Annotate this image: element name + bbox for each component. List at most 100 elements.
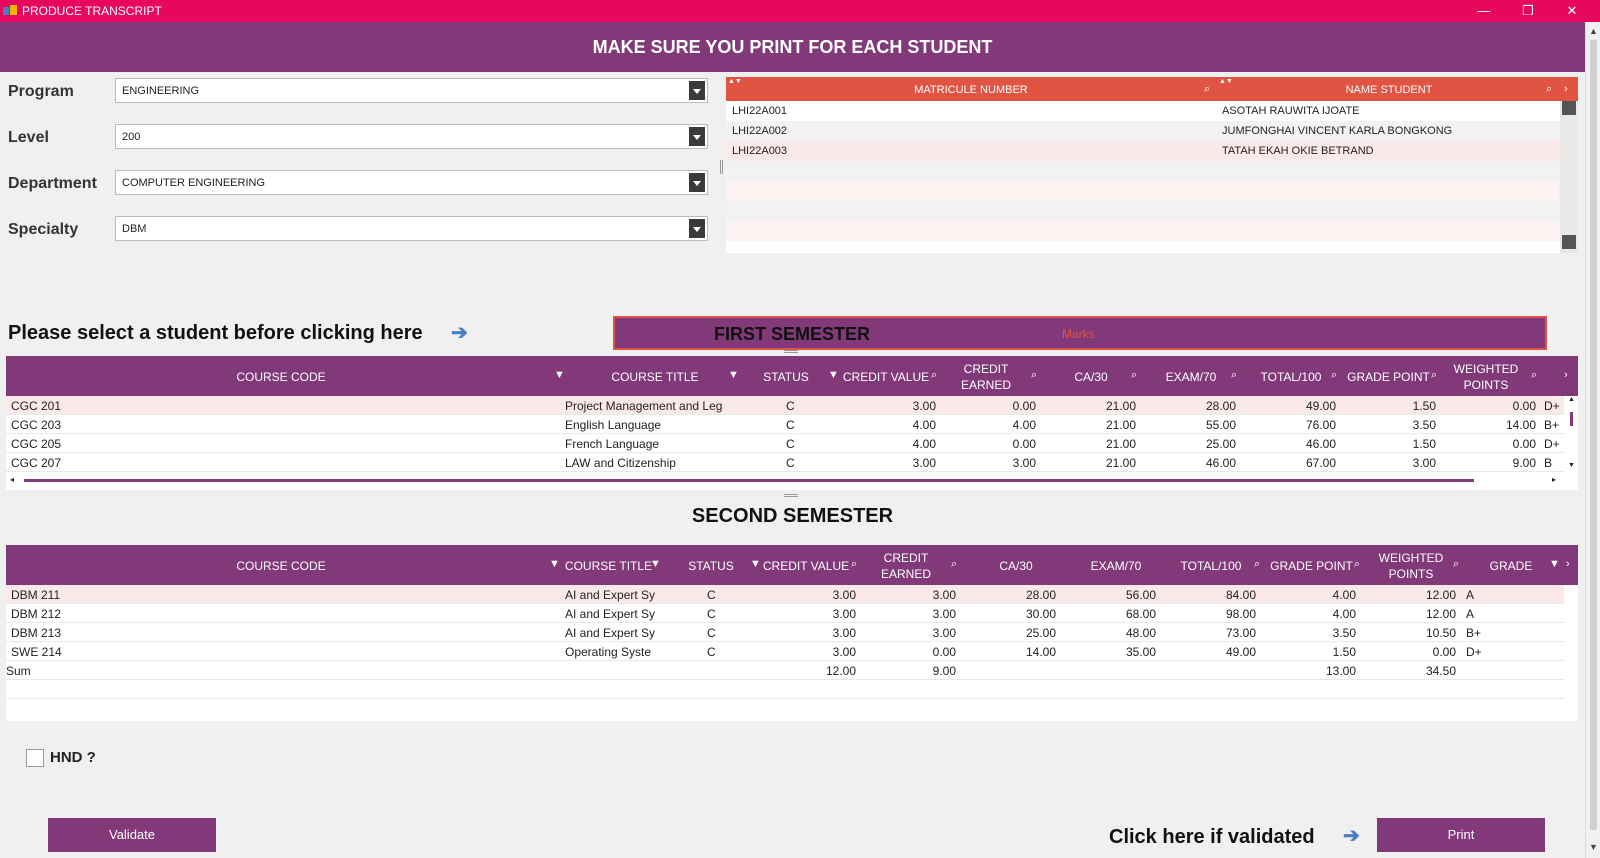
specialty-select[interactable]: DBM <box>115 216 708 241</box>
search-icon[interactable]: ⌕ <box>931 369 937 382</box>
column-header-course-title[interactable]: COURSE TITLE <box>566 369 744 385</box>
search-icon[interactable]: ⌕ <box>1354 558 1360 571</box>
close-button[interactable]: ✕ <box>1550 0 1594 22</box>
arrow-right-icon[interactable]: ➔ <box>1343 823 1360 848</box>
column-header-earned[interactable]: EARNED <box>946 377 1026 393</box>
scroll-left-icon[interactable]: ◂ <box>10 475 14 484</box>
table-row[interactable]: LHI22A002 JUMFONGHAI VINCENT KARLA BONGK… <box>726 121 1560 141</box>
horizontal-splitter[interactable] <box>784 494 798 497</box>
search-icon[interactable]: ⌕ <box>1204 83 1210 96</box>
scroll-thumb[interactable] <box>1590 40 1597 830</box>
scroll-up-icon[interactable] <box>1562 101 1576 115</box>
column-header-points[interactable]: POINTS <box>1441 377 1531 393</box>
search-icon[interactable]: ⌕ <box>1254 558 1260 571</box>
filter-icon[interactable]: ▼ <box>549 558 560 570</box>
column-header-credit-value[interactable]: CREDIT VALUE <box>761 558 851 574</box>
search-icon[interactable]: ⌕ <box>1546 83 1552 96</box>
restore-button[interactable]: ❐ <box>1506 0 1550 22</box>
column-header-ca[interactable]: CA/30 <box>1046 369 1136 385</box>
search-icon[interactable]: ⌕ <box>1031 369 1037 382</box>
window-scrollbar[interactable]: ▲ ▼ <box>1585 22 1600 858</box>
search-icon[interactable]: ⌕ <box>851 558 857 571</box>
search-icon[interactable]: ⌕ <box>1231 369 1237 382</box>
filter-icon[interactable]: ▼ <box>554 369 565 381</box>
second-semester-table[interactable]: COURSE CODE ▼ COURSE TITLE ▼ STATUS ▼ CR… <box>6 545 1578 721</box>
chevron-right-icon[interactable]: › <box>1566 558 1570 570</box>
column-header-status[interactable]: STATUS <box>751 369 821 385</box>
hnd-checkbox[interactable] <box>26 749 44 767</box>
first-semester-button[interactable]: FIRST SEMESTER Marks <box>613 316 1547 350</box>
chevron-down-icon[interactable] <box>689 173 705 192</box>
column-header-weighted[interactable]: WEIGHTED <box>1441 361 1531 377</box>
search-icon[interactable]: ⌕ <box>1531 369 1537 382</box>
table-row[interactable]: SWE 214 Operating Syste C 3.00 0.00 14.0… <box>6 642 1564 661</box>
search-icon[interactable]: ⌕ <box>1453 558 1459 571</box>
column-header-total[interactable]: TOTAL/100 <box>1246 369 1336 385</box>
department-select[interactable]: COMPUTER ENGINEERING <box>115 170 708 195</box>
column-header-exam[interactable]: EXAM/70 <box>1146 369 1236 385</box>
arrow-right-icon[interactable]: ➔ <box>451 320 468 345</box>
table-row[interactable]: CGC 207 LAW and Citizenship C 3.00 3.00 … <box>6 453 1564 472</box>
search-icon[interactable]: ⌕ <box>1431 369 1437 382</box>
scroll-thumb[interactable] <box>1570 412 1573 426</box>
table-row[interactable]: LHI22A003 TATAH EKAH OKIE BETRAND <box>726 141 1560 161</box>
column-header-earned[interactable]: EARNED <box>866 566 946 582</box>
scroll-down-icon[interactable]: ▼ <box>1587 840 1600 854</box>
column-header-ca[interactable]: CA/30 <box>966 558 1066 574</box>
filter-icon[interactable]: ▼ <box>728 369 739 381</box>
chevron-down-icon[interactable] <box>689 219 705 238</box>
column-header-grade[interactable]: GRADE <box>1466 558 1556 574</box>
column-header-status[interactable]: STATUS <box>671 558 751 574</box>
filter-icon[interactable]: ▼ <box>1549 558 1560 570</box>
column-header-course-title[interactable]: COURSE TITLE <box>561 558 656 574</box>
table-hscrollbar[interactable]: ◂ ▸ <box>6 474 1566 488</box>
table-row[interactable]: DBM 211 AI and Expert Sy C 3.00 3.00 28.… <box>6 585 1564 604</box>
filter-icon[interactable]: ▼ <box>750 558 761 570</box>
table-row[interactable]: CGC 205 French Language C 4.00 0.00 21.0… <box>6 434 1564 453</box>
column-header-course-code[interactable]: COURSE CODE <box>6 558 556 574</box>
print-button[interactable]: Print <box>1377 818 1545 852</box>
scroll-down-icon[interactable] <box>1562 235 1576 249</box>
scroll-right-icon[interactable]: ▸ <box>1552 475 1556 484</box>
column-header-points[interactable]: POINTS <box>1366 566 1456 582</box>
table-row[interactable]: LHI22A001 ASOTAH RAUWITA IJOATE <box>726 101 1560 121</box>
horizontal-splitter[interactable] <box>784 350 798 353</box>
filter-icon[interactable]: ▼ <box>650 558 661 570</box>
chevron-down-icon[interactable] <box>689 127 705 146</box>
scroll-thumb[interactable] <box>24 479 1474 482</box>
column-header-exam[interactable]: EXAM/70 <box>1066 558 1166 574</box>
table-row[interactable]: CGC 201 Project Management and Leg C 3.0… <box>6 396 1564 415</box>
program-select[interactable]: ENGINEERING <box>115 78 708 103</box>
chevron-down-icon[interactable] <box>689 81 705 100</box>
column-header-total[interactable]: TOTAL/100 <box>1166 558 1256 574</box>
student-grid[interactable]: ▲▼ MATRICULE NUMBER ⌕ ▲▼ NAME STUDENT ⌕ … <box>726 77 1578 253</box>
column-header-credit[interactable]: CREDIT <box>946 361 1026 377</box>
filter-icon[interactable]: ▼ <box>828 369 839 381</box>
column-header-course-code[interactable]: COURSE CODE <box>6 369 556 385</box>
column-header-credit-value[interactable]: CREDIT VALUE <box>841 369 931 385</box>
search-icon[interactable]: ⌕ <box>1331 369 1337 382</box>
chevron-right-icon[interactable]: › <box>1564 83 1568 95</box>
column-header-credit[interactable]: CREDIT <box>866 550 946 566</box>
scroll-up-icon[interactable]: ▲ <box>1587 24 1600 38</box>
table-row[interactable]: DBM 213 AI and Expert Sy C 3.00 3.00 25.… <box>6 623 1564 642</box>
column-header-matricule[interactable]: MATRICULE NUMBER <box>726 84 1216 96</box>
column-header-weighted[interactable]: WEIGHTED <box>1366 550 1456 566</box>
vertical-splitter[interactable] <box>720 160 723 174</box>
scroll-down-icon[interactable]: ▼ <box>1568 462 1575 469</box>
scroll-up-icon[interactable]: ▲ <box>1568 396 1575 403</box>
level-select[interactable]: 200 <box>115 124 708 149</box>
chevron-right-icon[interactable]: › <box>1564 369 1568 381</box>
column-header-grade-point[interactable]: GRADE POINT <box>1341 369 1436 385</box>
table-row[interactable]: DBM 212 AI and Expert Sy C 3.00 3.00 30.… <box>6 604 1564 623</box>
table-row[interactable]: CGC 203 English Language C 4.00 4.00 21.… <box>6 415 1564 434</box>
validate-button[interactable]: Validate <box>48 818 216 852</box>
table-vscrollbar[interactable]: ▲ ▼ <box>1566 396 1578 472</box>
first-semester-table[interactable]: COURSE CODE ▼ COURSE TITLE ▼ STATUS ▼ CR… <box>6 356 1578 490</box>
column-header-grade-point[interactable]: GRADE POINT <box>1264 558 1359 574</box>
student-grid-scrollbar[interactable] <box>1560 101 1578 253</box>
search-icon[interactable]: ⌕ <box>1131 369 1137 382</box>
search-icon[interactable]: ⌕ <box>951 558 957 571</box>
minimize-button[interactable]: — <box>1462 0 1506 22</box>
column-header-name[interactable]: NAME STUDENT <box>1216 84 1562 96</box>
